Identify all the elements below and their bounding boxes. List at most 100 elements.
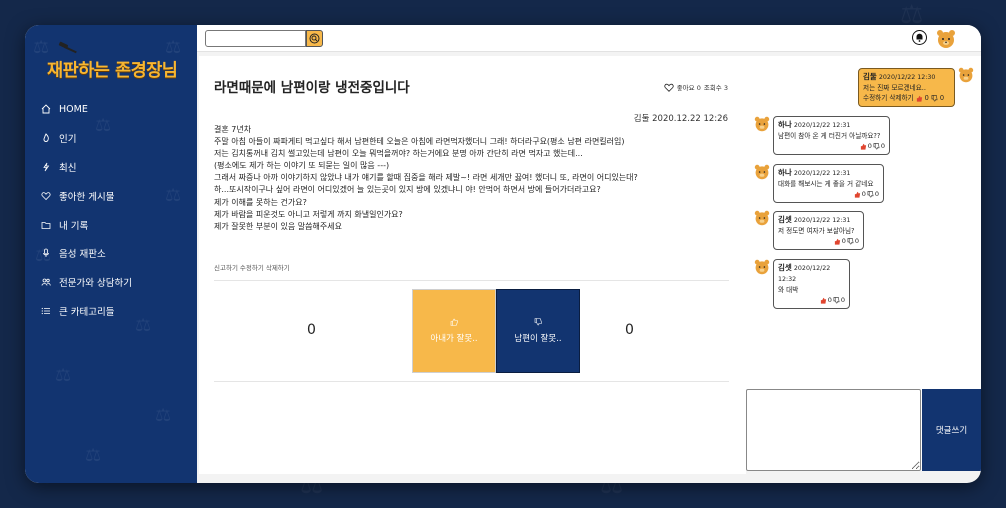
- like-heart-icon[interactable]: [664, 83, 674, 92]
- divider: [214, 280, 729, 281]
- thumbs-down-icon[interactable]: [873, 142, 880, 150]
- post-panel: 라면때문에 남편이랑 냉전중입니다 좋아요 0 조회수 3 김둘 2020.12…: [199, 56, 746, 474]
- sidebar-item-label: HOME: [59, 103, 88, 115]
- comment-dislike-count: 0: [880, 142, 885, 150]
- comment-date: 2020/12/22 12:31: [793, 217, 851, 224]
- thumbs-down-icon[interactable]: [833, 296, 840, 304]
- thumbs-down-icon[interactable]: [867, 190, 874, 198]
- sidebar-item-liked[interactable]: 좋아한 게시물: [25, 181, 197, 210]
- comment-like-count: 0: [867, 142, 872, 150]
- sidebar-item-label: 음성 재판소: [59, 249, 106, 261]
- top-bar: [197, 25, 981, 52]
- post-body-line: 저는 김치통꺼내 김치 썰고있는데 남편이 오늘 뭐먹을꺼야? 하는거에요 분명…: [214, 149, 583, 159]
- app-window: ⚖ ⚖ ⚖ ⚖ ⚖ ⚖ ⚖ ⚖ ⚖ 재판하는 존경장님 HOME 인기 최신 좋…: [25, 25, 981, 483]
- husband-vote-count: 0: [625, 322, 634, 338]
- comment-like-count: 0: [924, 94, 929, 102]
- sidebar-item-consult-expert[interactable]: 전문가와 상담하기: [25, 268, 197, 297]
- post-stats: 좋아요 0 조회수 3: [664, 82, 728, 92]
- sidebar-item-label: 인기: [59, 134, 77, 146]
- vote-wife-button[interactable]: 아내가 잘못..: [412, 289, 496, 373]
- search-input[interactable]: [205, 30, 306, 47]
- sidebar-menu: HOME 인기 최신 좋아한 게시물 내 기록 음성 재판소 전문가와 상담하기…: [25, 95, 197, 325]
- thumbs-up-icon: [450, 318, 458, 326]
- sidebar-item-popular[interactable]: 인기: [25, 124, 197, 153]
- comment-date: 2020/12/22 12:31: [793, 170, 851, 177]
- report-link[interactable]: 신고하기: [214, 262, 238, 272]
- post-body: 결혼 7년차 주말 아침 아들이 짜파게티 먹고싶다 해서 남편한테 오늘은 아…: [214, 124, 729, 233]
- submit-comment-button[interactable]: 댓글쓰기: [922, 389, 981, 471]
- comment-dislike-count: 0: [854, 237, 859, 245]
- comment-like-count: 0: [841, 237, 846, 245]
- app-logo[interactable]: 재판하는 존경장님: [47, 41, 178, 81]
- sidebar-item-label: 큰 카테고리들: [59, 306, 115, 318]
- comment-item: 김셋 2020/12/22 12:31 저 정도면 여자가 보살아님? 0 0: [773, 211, 864, 250]
- thumbs-down-icon[interactable]: [931, 94, 938, 102]
- post-body-line: 그래서 짜증나 아까 이야기하지 않았냐 내가 얘기를 할때 집중을 해라 제발…: [214, 173, 638, 183]
- sidebar-item-categories[interactable]: 큰 카테고리들: [25, 297, 197, 326]
- comment-author: 김셋: [778, 263, 792, 272]
- comment-like-count: 0: [861, 190, 866, 198]
- wife-vote-count: 0: [307, 322, 316, 338]
- comment-item: 김셋 2020/12/22 12:32 와 대박 0 0: [773, 259, 850, 309]
- comment-text: 저 정도면 여자가 보살아님?: [778, 227, 855, 235]
- list-icon: [41, 306, 51, 316]
- gavel-icon: [58, 41, 77, 54]
- sidebar-item-voice-court[interactable]: 음성 재판소: [25, 239, 197, 268]
- comment-dislike-count: 0: [874, 190, 879, 198]
- thumbs-up-icon[interactable]: [820, 297, 827, 304]
- sidebar-item-label: 좋아한 게시물: [59, 191, 115, 203]
- thumbs-up-icon[interactable]: [860, 143, 867, 150]
- commenter-avatar: [754, 210, 770, 226]
- thumbs-down-icon[interactable]: [847, 237, 854, 245]
- sidebar: ⚖ ⚖ ⚖ ⚖ ⚖ ⚖ ⚖ ⚖ ⚖ 재판하는 존경장님 HOME 인기 최신 좋…: [25, 25, 197, 483]
- comment-date: 2020/12/22 12:31: [793, 122, 851, 129]
- post-body-line: 제가 이해를 못하는 건가요?: [214, 197, 307, 207]
- microphone-icon: [41, 248, 51, 258]
- submit-comment-label: 댓글쓰기: [935, 426, 968, 436]
- comment-dislike-count: 0: [939, 94, 945, 102]
- sidebar-item-label: 전문가와 상담하기: [59, 278, 132, 290]
- views-count: 조회수 3: [703, 84, 728, 92]
- post-body-line: (평소에도 제가 하는 이야기 또 되묻는 일이 많음 ---): [214, 161, 390, 171]
- thumbs-up-icon[interactable]: [834, 238, 841, 245]
- comment-like-count: 0: [827, 296, 832, 304]
- comment-item: 하나 2020/12/22 12:31 남편이 참아 온 게 터진거 아닐까요?…: [773, 116, 890, 155]
- thumbs-down-icon: [534, 318, 542, 326]
- commenter-avatar: [958, 67, 974, 83]
- folder-icon: [41, 220, 51, 230]
- sidebar-item-latest[interactable]: 최신: [25, 153, 197, 182]
- sidebar-item-home[interactable]: HOME: [25, 95, 197, 124]
- search-button[interactable]: [306, 30, 323, 47]
- search-icon: [309, 33, 320, 44]
- comment-item: 김둘 2020/12/22 12:30 저는 진짜 모르겠네요.. 수정하기 삭…: [858, 68, 955, 107]
- comment-textarea[interactable]: [746, 389, 921, 471]
- home-icon: [41, 104, 51, 114]
- delete-link[interactable]: 삭제하기: [266, 262, 290, 272]
- vote-wife-label: 아내가 잘못..: [430, 334, 478, 344]
- post-title: 라면때문에 남편이랑 냉전중입니다: [214, 80, 410, 96]
- vote-husband-button[interactable]: 남편이 잘못..: [496, 289, 580, 373]
- comment-text: 남편이 참아 온 게 터진거 아닐까요??: [778, 132, 881, 140]
- sidebar-item-my-records[interactable]: 내 기록: [25, 210, 197, 239]
- thumbs-up-icon[interactable]: [854, 191, 861, 198]
- commenter-avatar: [754, 259, 770, 275]
- commenter-avatar: [754, 116, 770, 132]
- comment-author: 하나: [778, 120, 792, 129]
- post-author-date: 김둘 2020.12.22 12:26: [633, 114, 728, 124]
- user-avatar[interactable]: [936, 29, 956, 49]
- comment-text: 대화를 해보시는 게 좋을 거 같네요: [778, 180, 874, 188]
- bolt-icon: [41, 162, 51, 172]
- comment-item: 하나 2020/12/22 12:31 대화를 해보시는 게 좋을 거 같네요 …: [773, 164, 884, 203]
- sidebar-item-label: 최신: [59, 162, 77, 174]
- comment-edit-delete[interactable]: 수정하기 삭제하기: [863, 93, 914, 103]
- edit-link[interactable]: 수정하기: [240, 262, 264, 272]
- people-icon: [41, 277, 51, 287]
- notification-bell-icon[interactable]: [912, 30, 927, 45]
- comment-author: 김둘: [863, 72, 877, 81]
- comment-text: 와 대박: [778, 286, 799, 294]
- comment-dislike-count: 0: [840, 296, 845, 304]
- commenter-avatar: [754, 164, 770, 180]
- thumbs-up-icon[interactable]: [916, 95, 923, 102]
- divider: [214, 381, 729, 382]
- comment-date: 2020/12/22 12:30: [878, 74, 936, 81]
